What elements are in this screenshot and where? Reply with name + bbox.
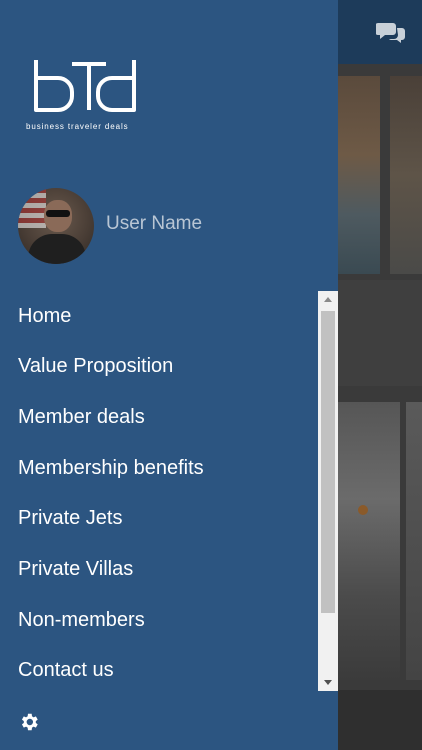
chat-bubbles-icon[interactable] [376, 20, 406, 44]
menu-item-home[interactable]: Home [18, 305, 71, 328]
background-photo [338, 402, 400, 680]
scroll-up-arrow-icon[interactable] [318, 291, 338, 309]
menu-scrollbar[interactable] [318, 291, 338, 691]
drawer-menu: Home Value Proposition Member deals Memb… [0, 291, 318, 691]
background-band [338, 690, 422, 750]
background-photo [338, 76, 380, 274]
menu-item-contact-us[interactable]: Contact us [18, 659, 114, 682]
scrollbar-thumb[interactable] [321, 311, 335, 613]
background-band [338, 280, 422, 386]
navigation-drawer: business traveler deals User Name Home V… [0, 0, 338, 750]
brand-logo[interactable]: business traveler deals [26, 58, 156, 134]
menu-item-value-proposition[interactable]: Value Proposition [18, 355, 173, 378]
avatar[interactable] [18, 188, 94, 264]
menu-item-membership-benefits[interactable]: Membership benefits [18, 457, 204, 480]
brand-tagline: business traveler deals [26, 122, 129, 131]
btd-logo-mark [34, 60, 136, 112]
user-name[interactable]: User Name [106, 213, 202, 235]
background-decoration [358, 505, 368, 515]
menu-item-private-jets[interactable]: Private Jets [18, 507, 122, 530]
background-photo [406, 402, 422, 680]
menu-item-non-members[interactable]: Non-members [18, 609, 145, 632]
scroll-down-arrow-icon[interactable] [318, 673, 338, 691]
background-photo [390, 76, 422, 274]
menu-item-private-villas[interactable]: Private Villas [18, 558, 133, 581]
menu-item-member-deals[interactable]: Member deals [18, 406, 145, 429]
gear-icon[interactable] [18, 711, 40, 733]
